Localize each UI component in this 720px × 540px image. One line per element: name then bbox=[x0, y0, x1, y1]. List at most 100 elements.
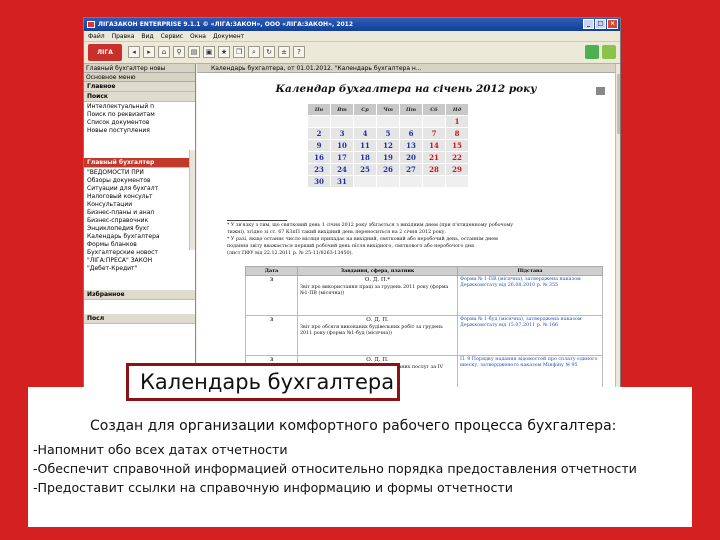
minimize-button[interactable]: _ bbox=[583, 19, 594, 29]
window-controls: _ □ × bbox=[583, 19, 618, 29]
maximize-button[interactable]: □ bbox=[595, 19, 606, 29]
calendar-day[interactable]: 29 bbox=[446, 164, 468, 175]
calendar-day[interactable]: 7 bbox=[423, 128, 445, 139]
refresh-icon[interactable]: ↻ bbox=[263, 46, 275, 58]
calendar-day[interactable]: 20 bbox=[400, 152, 422, 163]
section-chief-accountant[interactable]: Главный бухгалтер bbox=[84, 158, 195, 168]
sidebar-item[interactable]: Новые поступления bbox=[87, 127, 192, 135]
calendar-day[interactable]: 13 bbox=[400, 140, 422, 151]
sidebar-item[interactable]: Поиск по реквизитам bbox=[87, 111, 192, 119]
zoom-icon[interactable]: ± bbox=[278, 46, 290, 58]
save-icon[interactable]: ▣ bbox=[203, 46, 215, 58]
calendar-day[interactable]: 5 bbox=[377, 128, 399, 139]
calendar-day[interactable]: 30 bbox=[308, 176, 330, 187]
menu-item-windows[interactable]: Окна bbox=[190, 31, 206, 41]
forward-icon[interactable]: ▸ bbox=[143, 46, 155, 58]
sidebar-item[interactable]: Бизнес-планы и анал bbox=[87, 209, 192, 217]
section-search[interactable]: Поиск bbox=[84, 92, 195, 102]
weekday-header: Вт bbox=[331, 104, 353, 115]
sidebar-item[interactable]: Ситуации для бухгалт bbox=[87, 185, 192, 193]
sidebar-item[interactable]: Консультации bbox=[87, 201, 192, 209]
sidebar-item[interactable]: "Дебет-Кредит" bbox=[87, 265, 192, 273]
home-icon[interactable]: ⌂ bbox=[158, 46, 170, 58]
sidebar-item[interactable]: Список документов bbox=[87, 119, 192, 127]
sidebar-item[interactable]: Энциклопедия бухг bbox=[87, 225, 192, 233]
section-main[interactable]: Главное bbox=[84, 82, 195, 92]
document-scrollbar[interactable] bbox=[615, 64, 620, 388]
sidebar-scrollbar[interactable] bbox=[189, 150, 195, 250]
calendar-day[interactable]: 8 bbox=[446, 128, 468, 139]
calendar-day[interactable]: 26 bbox=[377, 164, 399, 175]
search-icon[interactable]: ⚲ bbox=[173, 46, 185, 58]
sync-icon[interactable] bbox=[602, 45, 616, 59]
menu-item-service[interactable]: Сервис bbox=[161, 31, 183, 41]
calendar-day[interactable]: 22 bbox=[446, 152, 468, 163]
menu-item-edit[interactable]: Правка bbox=[112, 31, 135, 41]
menu-item-document[interactable]: Документ bbox=[213, 31, 244, 41]
menu-item-view[interactable]: Вид bbox=[141, 31, 153, 41]
document-tab[interactable]: Календарь бухгалтера, от 01.01.2012. "Ка… bbox=[197, 64, 620, 73]
calendar-day bbox=[423, 116, 445, 127]
menu-item-file[interactable]: Файл bbox=[88, 31, 105, 41]
calendar-day[interactable]: 2 bbox=[308, 128, 330, 139]
sidebar-item[interactable]: Календарь бухгалтера bbox=[87, 233, 192, 241]
close-button[interactable]: × bbox=[607, 19, 618, 29]
calendar-day[interactable]: 21 bbox=[423, 152, 445, 163]
calendar-day[interactable]: 1 bbox=[446, 116, 468, 127]
calendar-day[interactable]: 25 bbox=[354, 164, 376, 175]
callout-label: Календарь бухгалтера bbox=[126, 363, 400, 401]
calendar-day[interactable]: 24 bbox=[331, 164, 353, 175]
section-favorites[interactable]: Избранное bbox=[84, 290, 195, 300]
scroll-thumb[interactable] bbox=[617, 74, 620, 134]
calendar-day[interactable]: 19 bbox=[377, 152, 399, 163]
print-icon[interactable]: ▤ bbox=[188, 46, 200, 58]
note-line: подання звіту вважається перший робочий … bbox=[227, 244, 475, 249]
printer-icon[interactable] bbox=[596, 87, 605, 95]
calendar-day[interactable]: 4 bbox=[354, 128, 376, 139]
event-basis-link[interactable]: Форма № 1-буд (місячна), затверджена нак… bbox=[457, 315, 603, 356]
sidebar-item[interactable]: "ЛІГА:ПРЕСА" ЗАКОН bbox=[87, 257, 192, 265]
calendar-day[interactable]: 6 bbox=[400, 128, 422, 139]
event-basis-link[interactable]: Форма № 1-ПВ (місячна), затверджена нака… bbox=[457, 275, 603, 316]
calendar-day[interactable]: 10 bbox=[331, 140, 353, 151]
calendar-day[interactable]: 9 bbox=[308, 140, 330, 151]
calendar-day[interactable]: 11 bbox=[354, 140, 376, 151]
calendar-day bbox=[354, 176, 376, 187]
calendar-day[interactable]: 14 bbox=[423, 140, 445, 151]
calendar-day[interactable]: 17 bbox=[331, 152, 353, 163]
calendar-week: 2345678 bbox=[308, 128, 468, 139]
calendar-day[interactable]: 18 bbox=[354, 152, 376, 163]
sidebar-item[interactable]: "ВЕДОМОСТИ ПРИ bbox=[87, 169, 192, 177]
sidebar-item[interactable]: Бухгалтерские новост bbox=[87, 249, 192, 257]
calendar-day bbox=[400, 116, 422, 127]
update-icon[interactable] bbox=[585, 45, 599, 59]
event-basis-link[interactable]: П. 9 Порядку надання відомостей про спла… bbox=[457, 355, 603, 388]
event-org: О. Д. П. bbox=[366, 317, 389, 323]
sidebar-item[interactable]: Налоговый консульт bbox=[87, 193, 192, 201]
section-recent[interactable]: Посл bbox=[84, 314, 195, 324]
calendar-day bbox=[308, 116, 330, 127]
calendar-day[interactable]: 28 bbox=[423, 164, 445, 175]
calendar-day[interactable]: 23 bbox=[308, 164, 330, 175]
sidebar-item[interactable]: Обзоры документов bbox=[87, 177, 192, 185]
calendar-day[interactable]: 15 bbox=[446, 140, 468, 151]
sidebar-item[interactable]: Формы бланков bbox=[87, 241, 192, 249]
calendar-day[interactable]: 31 bbox=[331, 176, 353, 187]
event-task: Звіт про обсяги виконаних будівельних ро… bbox=[300, 325, 443, 336]
sidebar-item[interactable]: Бизнес-справочник bbox=[87, 217, 192, 225]
back-icon[interactable]: ◂ bbox=[128, 46, 140, 58]
toolbar-buttons: ◂ ▸ ⌂ ⚲ ▤ ▣ ★ ❐ ⌕ ↻ ± ? bbox=[128, 46, 305, 58]
calendar-day[interactable]: 12 bbox=[377, 140, 399, 151]
calendar-day[interactable]: 27 bbox=[400, 164, 422, 175]
main-menu-header[interactable]: Основное меню bbox=[84, 73, 195, 82]
copy-icon[interactable]: ❐ bbox=[233, 46, 245, 58]
calendar-day[interactable]: 3 bbox=[331, 128, 353, 139]
col-task: Завдання, сфера, платник bbox=[297, 266, 458, 276]
bookmark-icon[interactable]: ★ bbox=[218, 46, 230, 58]
find-icon[interactable]: ⌕ bbox=[248, 46, 260, 58]
calendar-day[interactable]: 16 bbox=[308, 152, 330, 163]
sidebar-item[interactable]: Интеллектуальный п bbox=[87, 103, 192, 111]
calendar-day bbox=[354, 116, 376, 127]
help-icon[interactable]: ? bbox=[293, 46, 305, 58]
